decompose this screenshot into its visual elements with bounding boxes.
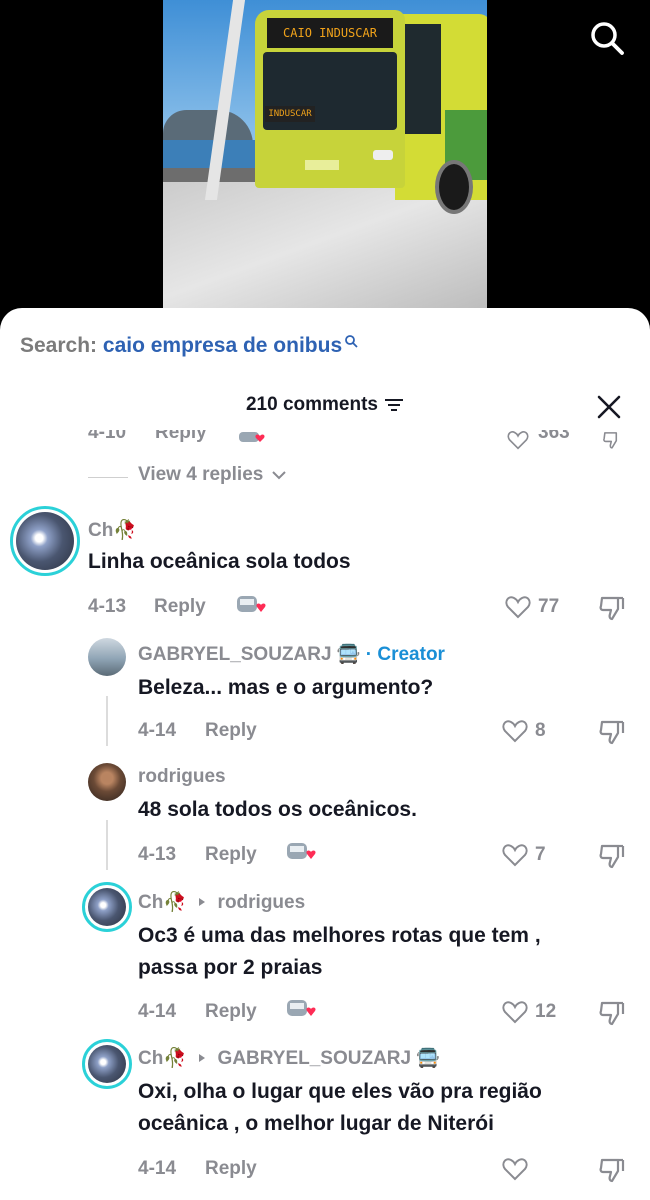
comment-count: 210 comments [245,394,378,415]
reply-button[interactable]: Reply [205,1158,257,1180]
comment-author[interactable]: GABRYEL_SOUZARJ 🚍 [138,644,360,665]
close-icon[interactable] [596,394,622,420]
like-heart-icon[interactable] [505,595,531,619]
comment-text: Oc3 é uma das melhores rotas que tem , p… [138,920,541,984]
creator-badge: · Creator [365,644,445,665]
video-player[interactable]: CAIO INDUSCAR INDUSCAR [163,0,487,308]
reply-button[interactable]: Reply [205,720,257,742]
comment-date: 4-14 [138,720,177,741]
like-count: 363 [538,430,570,443]
comment-author[interactable]: Ch🥀 [88,518,137,542]
comment-date: 4-13 [138,844,177,865]
bus-side-window [401,24,441,134]
related-search[interactable]: Search: caio empresa de onibus [20,334,358,358]
like-count: 77 [538,596,560,617]
sort-filter-icon[interactable] [384,397,404,413]
related-search-prefix: Search: [20,334,98,357]
dislike-icon[interactable] [598,594,626,622]
dislike-icon[interactable] [598,1156,626,1184]
comment-author[interactable]: rodrigues [138,766,226,788]
reply-arrow-icon [199,898,206,906]
comment-author-row: GABRYEL_SOUZARJ 🚍 · Creator [138,642,445,666]
comment-text-line: passa por 2 praias [138,956,323,979]
search-icon[interactable] [589,20,625,56]
bus-wheel [435,160,473,214]
avatar[interactable] [88,763,126,801]
reply-button[interactable]: Reply [205,1001,257,1023]
divider [88,477,128,478]
comment-text-line: Oc3 é uma das melhores rotas que tem , [138,924,541,947]
reply-to-user[interactable]: rodrigues [218,892,306,913]
comment-date: 4-14 [138,1001,177,1022]
reply-arrow-icon [199,1054,206,1062]
reply-button[interactable]: Reply [155,430,207,444]
comment-text: Oxi, olha o lugar que eles vão pra regiã… [138,1076,542,1140]
like-heart-icon[interactable] [502,843,528,867]
dislike-icon[interactable] [598,842,626,870]
comment-author[interactable]: Ch🥀 [138,1048,187,1069]
video-bus: CAIO INDUSCAR INDUSCAR [255,10,487,214]
comment-text-line: oceânica , o melhor lugar de Niterói [138,1112,494,1135]
reply-button[interactable]: Reply [154,596,206,618]
partial-comment-row: 4-10 Reply 363 [0,430,650,450]
reply-button[interactable]: Reply [205,844,257,866]
view-replies-button[interactable]: View 4 replies [138,464,286,486]
search-mini-icon [345,335,358,348]
avatar[interactable] [82,882,132,932]
related-search-query[interactable]: caio empresa de onibus [103,334,342,357]
comment-text: Beleza... mas e o argumento? [138,676,434,699]
like-heart-icon[interactable] [502,719,528,743]
like-heart-icon[interactable] [502,1000,528,1024]
view-replies-label: View 4 replies [138,464,264,485]
bus-headlight [373,150,393,160]
comment-author-row: Ch🥀 rodrigues [138,890,305,914]
like-heart-icon[interactable] [505,430,531,450]
comment-author[interactable]: Ch🥀 [138,892,187,913]
like-heart-icon[interactable] [502,1157,528,1181]
sticker-icon [237,596,266,612]
comments-sheet: Search: caio empresa de onibus 210 comme… [0,308,650,1200]
comment-date: 4-14 [138,1158,177,1179]
like-count: 7 [535,844,546,865]
avatar[interactable] [88,638,126,676]
chevron-down-icon [272,471,286,480]
sticker-icon [287,843,316,859]
comments-header: 210 comments [0,394,650,416]
comment-date: 4-13 [88,596,127,617]
comment-author-row: Ch🥀 GABRYEL_SOUZARJ 🚍 [138,1046,440,1070]
bus-window-sign: INDUSCAR [265,106,315,122]
reply-to-user[interactable]: GABRYEL_SOUZARJ 🚍 [218,1048,440,1069]
like-count: 8 [535,720,546,741]
sticker-icon [287,1000,316,1016]
bus-plate [305,160,339,170]
like-count: 12 [535,1001,557,1022]
dislike-icon[interactable] [598,430,626,450]
thread-line [106,820,108,870]
avatar[interactable] [10,506,80,576]
comment-date: 4-10 [88,430,127,443]
comment-text: Linha oceânica sola todos [88,550,351,573]
comment-text-line: Oxi, olha o lugar que eles vão pra regiã… [138,1080,542,1103]
sticker-icon [239,432,265,442]
dislike-icon[interactable] [598,718,626,746]
avatar[interactable] [82,1039,132,1089]
thread-line [106,696,108,746]
bus-destination-sign: CAIO INDUSCAR [267,18,393,48]
dislike-icon[interactable] [598,999,626,1027]
comment-text: 48 sola todos os oceânicos. [138,798,417,821]
